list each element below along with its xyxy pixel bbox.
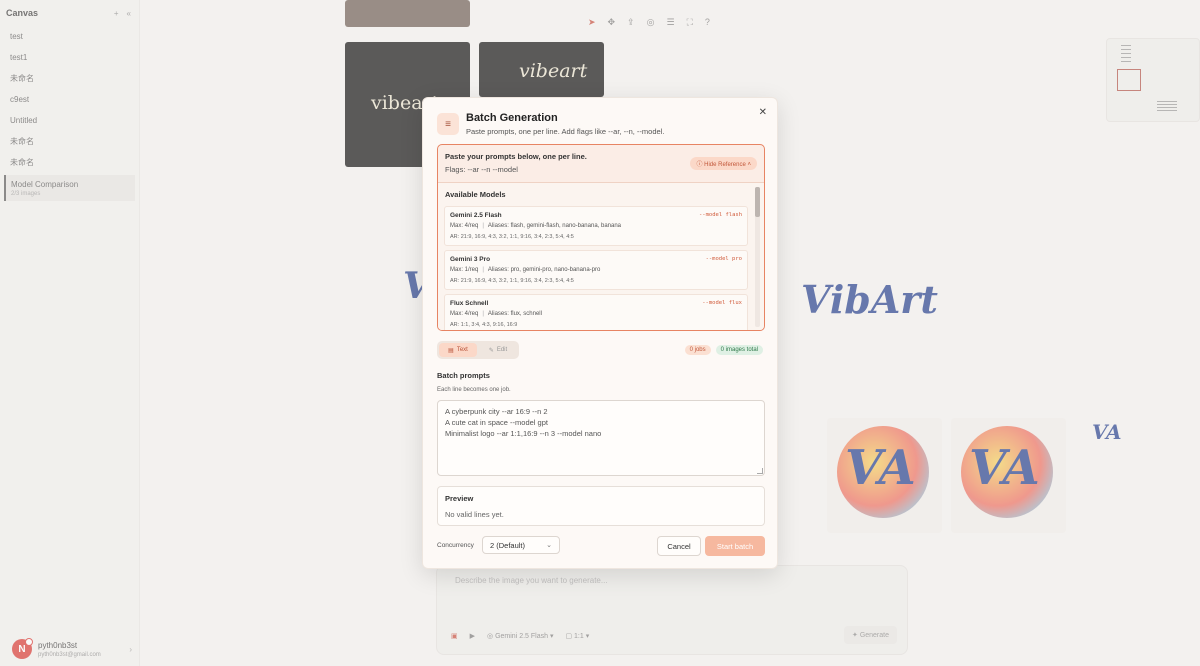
model-ar: AR: 21:9, 16:9, 4:3, 3:2, 1:1, 9:16, 3:4… (450, 234, 574, 240)
pencil-icon: ✎ (488, 347, 494, 354)
cancel-button[interactable]: Cancel (657, 536, 701, 556)
batch-generation-dialog: ✕ ≡ Batch Generation Paste prompts, one … (422, 97, 778, 569)
mode-edit-label: Edit (496, 347, 508, 353)
mode-text-label: Text (456, 347, 468, 353)
hide-reference-button[interactable]: ⓘ Hide Reference ˄ (690, 157, 757, 170)
mode-text-tab[interactable]: ▤ Text (439, 343, 477, 357)
dialog-subtitle: Paste prompts, one per line. Add flags l… (466, 127, 665, 136)
model-name: Gemini 3 Pro (450, 256, 491, 263)
scrollbar[interactable] (755, 187, 760, 327)
model-flag: --model flash (698, 212, 742, 218)
concurrency-label: Concurrency (437, 542, 474, 549)
mode-toggle: ▤ Text ✎ Edit (437, 341, 519, 359)
reference-heading: Paste your prompts below, one per line. (445, 152, 587, 161)
model-aliases: Aliases: flash, gemini-flash, nano-banan… (487, 223, 622, 229)
preview-panel: Preview No valid lines yet. (437, 486, 765, 526)
model-card: Gemini 3 Pro --model pro Max: 1/req | Alia… (444, 250, 748, 290)
model-aliases: Aliases: flux, schnell (487, 311, 542, 317)
batch-prompts-textarea[interactable]: A cyberpunk city --ar 16:9 --n 2 A cute … (437, 400, 765, 476)
model-ar: AR: 1:1, 3:4, 4:3, 9:16, 16:9 (450, 322, 518, 328)
jobs-count-badge: 0 jobs (684, 345, 711, 355)
batch-list-icon: ≡ (437, 113, 459, 135)
available-models-title: Available Models (445, 190, 506, 199)
start-batch-button[interactable]: Start batch (705, 536, 765, 556)
model-name: Gemini 2.5 Flash (450, 212, 502, 219)
reference-flags: Flags: --ar --n --model (445, 165, 518, 174)
model-max: Max: 4/req (450, 223, 479, 229)
dialog-title: Batch Generation (466, 112, 558, 124)
model-max: Max: 1/req (450, 267, 479, 273)
mode-edit-tab[interactable]: ✎ Edit (479, 343, 517, 357)
model-name: Flux Schnell (450, 300, 489, 307)
batch-prompts-label: Batch prompts (437, 371, 490, 380)
model-ar: AR: 21:9, 16:9, 4:3, 3:2, 1:1, 9:16, 3:4… (450, 278, 574, 284)
available-models-list[interactable]: Available Models Gemini 2.5 Flash --mode… (438, 182, 764, 330)
batch-prompts-hint: Each line becomes one job. (437, 387, 511, 393)
preview-empty-text: No valid lines yet. (445, 510, 504, 519)
model-aliases: Aliases: pro, gemini-pro, nano-banana-pr… (487, 267, 601, 273)
model-max: Max: 4/req (450, 311, 479, 317)
concurrency-select[interactable]: 2 (Default) ⌄ (482, 536, 560, 554)
model-card: Flux Schnell --model flux Max: 4/req | Ali… (444, 294, 748, 330)
model-flag: --model flux (702, 300, 742, 306)
model-card: Gemini 2.5 Flash --model flash Max: 4/re… (444, 206, 748, 246)
preview-title: Preview (445, 494, 474, 503)
chevron-down-icon: ⌄ (546, 542, 552, 549)
document-icon: ▤ (448, 347, 454, 354)
images-count-badge: 0 images total (715, 345, 763, 355)
close-icon[interactable]: ✕ (759, 107, 767, 118)
model-flag: --model pro (705, 256, 742, 262)
hide-reference-label: Hide Reference (704, 162, 746, 168)
concurrency-value: 2 (Default) (490, 540, 526, 550)
scrollbar-thumb[interactable] (755, 187, 760, 217)
reference-panel: Paste your prompts below, one per line. … (437, 144, 765, 331)
